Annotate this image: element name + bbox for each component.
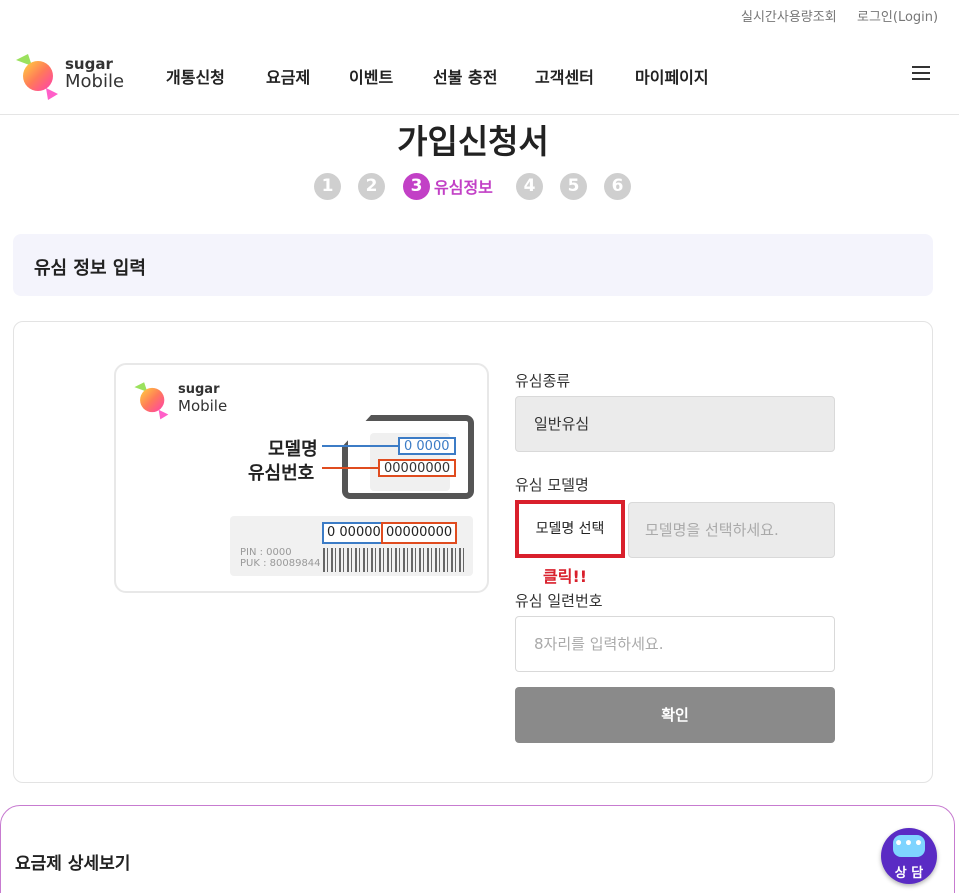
sim-type-field[interactable]: 일반유심 xyxy=(515,396,835,452)
model-pointer-line xyxy=(322,445,398,447)
sim-serial-code: 00000000 xyxy=(378,459,457,477)
page-title: 가입신청서 xyxy=(397,122,549,161)
barcode-icon xyxy=(323,548,466,572)
sim-logo-mobile: Mobile xyxy=(178,397,228,415)
step-4: 4 xyxy=(516,173,543,200)
nav-item-activation[interactable]: 개통신청 xyxy=(166,64,225,88)
chat-dots-icon: ••• xyxy=(894,836,924,852)
serial-number-input[interactable] xyxy=(534,635,814,653)
candy-logo-icon xyxy=(134,382,169,420)
plan-detail-panel[interactable]: 요금제 상세보기 xyxy=(0,805,955,893)
sim-type-label: 유심종류 xyxy=(515,372,571,390)
logo-text-mobile: Mobile xyxy=(65,71,125,92)
serial-number-label: 유심 일련번호 xyxy=(515,592,603,610)
section-title: 유심 정보 입력 xyxy=(34,258,146,279)
step-3-active: 3 xyxy=(403,173,430,200)
section-header: 유심 정보 입력 xyxy=(13,234,933,296)
nav-item-events[interactable]: 이벤트 xyxy=(349,64,393,88)
sim-model-label: 모델명 xyxy=(268,439,318,460)
model-select-button[interactable]: 모델명 선택 xyxy=(515,500,625,558)
pin-text: PIN : 0000 xyxy=(240,547,292,558)
step-active-label: 유심정보 xyxy=(434,178,493,197)
utility-bar: 실시간사용량조회 로그인(Login) xyxy=(0,0,959,30)
serial-number-field xyxy=(515,616,835,672)
sim-model-label-field: 유심 모델명 xyxy=(515,476,589,494)
sim-logo: sugar Mobile xyxy=(132,379,242,421)
sim-logo-sugar: sugar xyxy=(178,382,220,397)
serial-pointer-line xyxy=(322,467,378,469)
sim-back-panel: 0 000000 00000000 PIN : 0000 PUK : 80089… xyxy=(230,516,473,576)
nav-item-prepaid-charge[interactable]: 선불 충전 xyxy=(433,64,497,88)
model-name-field[interactable]: 모델명을 선택하세요. xyxy=(628,502,835,558)
sim-card-illustration: sugar Mobile 모델명 유심번호 0 0000 00000000 0 … xyxy=(114,363,489,593)
pin-puk-text: PIN : 0000 PUK : 80089844 xyxy=(240,547,321,569)
consult-button[interactable]: ••• 상 담 xyxy=(881,828,937,884)
realtime-usage-link[interactable]: 실시간사용량조회 xyxy=(741,6,837,25)
logo[interactable]: sugar Mobile xyxy=(14,50,134,102)
puk-text: PUK : 80089844 xyxy=(240,558,321,569)
hamburger-menu-icon[interactable] xyxy=(912,66,930,80)
step-6: 6 xyxy=(604,173,631,200)
sim-serial-label: 유심번호 xyxy=(248,463,315,484)
nav-item-plans[interactable]: 요금제 xyxy=(266,64,310,88)
click-note: 클릭!! xyxy=(543,567,588,586)
confirm-button[interactable]: 확인 xyxy=(515,687,835,743)
step-5: 5 xyxy=(560,173,587,200)
nav-item-customer-center[interactable]: 고객센터 xyxy=(535,64,594,88)
bottom-serial-code: 00000000 xyxy=(381,522,458,544)
site-header: sugar Mobile 개통신청 요금제 이벤트 선불 충전 고객센터 마이페… xyxy=(0,30,959,115)
sim-model-code: 0 0000 xyxy=(398,437,456,455)
nav-item-my-page[interactable]: 마이페이지 xyxy=(635,64,709,88)
candy-logo-icon xyxy=(16,54,58,100)
plan-detail-title: 요금제 상세보기 xyxy=(15,854,131,874)
step-2: 2 xyxy=(358,173,385,200)
login-link[interactable]: 로그인(Login) xyxy=(857,6,938,25)
step-1: 1 xyxy=(314,173,341,200)
consult-label: 상 담 xyxy=(894,866,924,881)
